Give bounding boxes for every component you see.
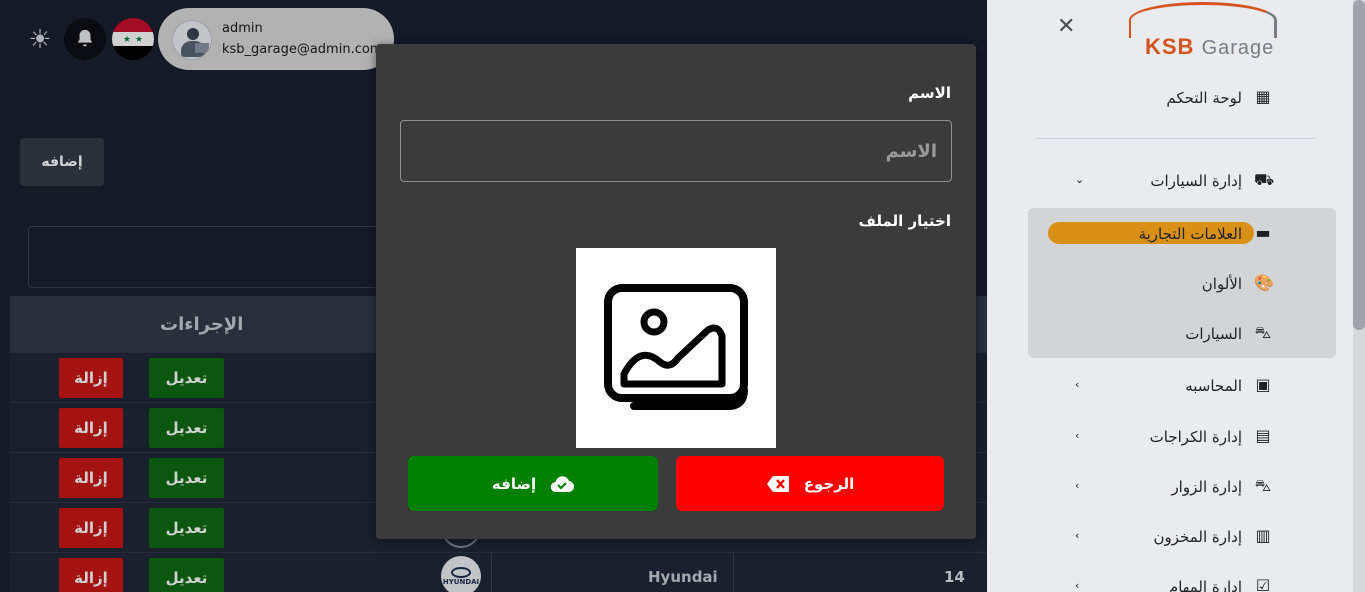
sidebar-item-dashboard[interactable]: ▦ لوحة التحكم	[1015, 82, 1315, 116]
name-input[interactable]	[400, 120, 952, 182]
chevron-left-icon: ‹	[1075, 529, 1080, 542]
sidebar-item-label: لوحة التحكم	[1166, 89, 1242, 107]
sidebar-item-label: إدارة الزوار	[1171, 478, 1242, 496]
sidebar-item-label: السيارات	[1185, 325, 1242, 343]
sidebar-item-label: إدارة المخزون	[1153, 528, 1242, 546]
sidebar-item-brands[interactable]: ▬ العلامات التجارية	[1015, 218, 1315, 252]
car-manage-icon: ⛟	[1254, 170, 1275, 189]
sidebar-item-visitors[interactable]: ⛍ إدارة الزوار ‹	[1015, 471, 1315, 505]
ksb-garage-logo: KSB Garage	[1123, 0, 1278, 68]
close-sidebar-icon[interactable]: ✕	[1057, 14, 1075, 39]
palette-icon: 🎨	[1254, 273, 1274, 292]
sidebar-item-car-management[interactable]: ⛟ إدارة السيارات ⌄	[1015, 165, 1315, 199]
garage-icon: ▤	[1255, 426, 1271, 445]
back-button[interactable]: الرجوع	[676, 456, 944, 511]
chevron-left-icon: ‹	[1075, 479, 1080, 492]
chevron-left-icon: ‹	[1075, 429, 1080, 442]
back-button-label: الرجوع	[803, 474, 855, 493]
sidebar-item-colors[interactable]: 🎨 الألوان	[1015, 268, 1315, 302]
sidebar-item-label: المحاسبه	[1185, 377, 1242, 395]
tasks-icon: ☑	[1255, 576, 1271, 592]
accounting-icon: ▣	[1255, 375, 1271, 394]
sidebar-item-garages[interactable]: ▤ إدارة الكراجات ‹	[1015, 421, 1315, 455]
submit-add-button[interactable]: إضافه	[408, 456, 658, 511]
brand-icon: ▬	[1255, 223, 1271, 242]
sidebar-item-inventory[interactable]: ▥ إدارة المخزون ‹	[1015, 521, 1315, 555]
sidebar-item-label: العلامات التجارية	[1138, 225, 1242, 243]
sidebar-item-accounting[interactable]: ▣ المحاسبه ‹	[1015, 370, 1315, 404]
sidebar-divider	[1035, 138, 1315, 139]
car-icon: ⛍	[1254, 323, 1272, 342]
sidebar-item-cars[interactable]: ⛍ السيارات	[1015, 318, 1315, 352]
add-brand-modal: الاسم اختيار الملف الرجوع إضافه	[376, 44, 976, 539]
chevron-left-icon: ‹	[1075, 378, 1080, 391]
logo-main-text: KSB	[1145, 34, 1195, 59]
cloud-check-icon	[550, 475, 575, 492]
name-field-label: الاسم	[908, 84, 951, 102]
file-picker-label: اختيار الملف	[858, 212, 951, 230]
image-placeholder-icon	[604, 284, 748, 410]
sidebar-item-label: إدارة السيارات	[1150, 172, 1242, 190]
inventory-icon: ▥	[1255, 526, 1271, 545]
sidebar-item-tasks[interactable]: ☑ إدارة المهام ‹	[1015, 571, 1315, 592]
sidebar-item-label: إدارة الكراجات	[1149, 428, 1242, 446]
logo-sub-text: Garage	[1201, 37, 1275, 59]
chevron-left-icon: ‹	[1075, 579, 1080, 592]
backspace-x-icon	[766, 475, 789, 492]
add-button-label: إضافه	[491, 474, 537, 493]
sidebar-item-label: الألوان	[1201, 275, 1242, 293]
sidebar-item-label: إدارة المهام	[1168, 578, 1242, 592]
visitor-car-icon: ⛍	[1254, 476, 1272, 495]
file-picker-preview[interactable]	[576, 248, 776, 448]
scrollbar-thumb[interactable]	[1353, 0, 1365, 330]
dashboard-icon: ▦	[1255, 87, 1271, 106]
chevron-down-icon: ⌄	[1075, 173, 1085, 186]
